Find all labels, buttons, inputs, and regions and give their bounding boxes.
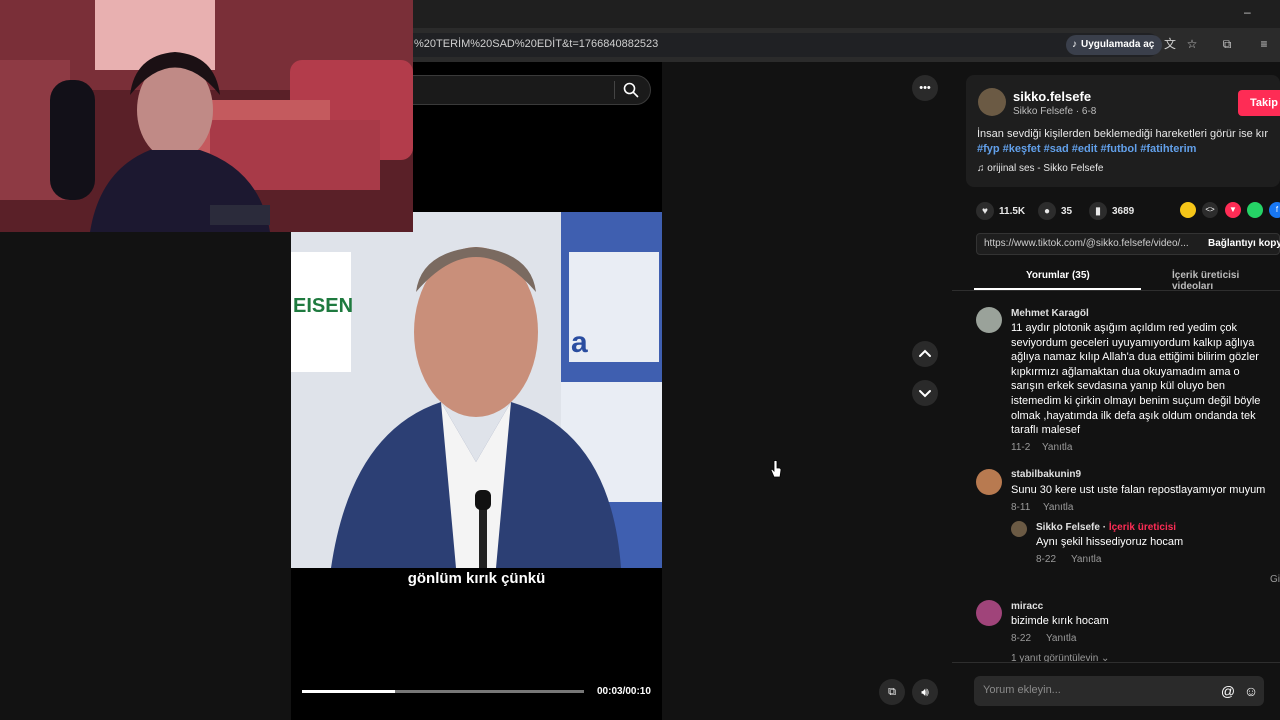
video-link[interactable]: https://www.tiktok.com/@sikko.felsefe/vi… (984, 238, 1189, 249)
svg-text:EISEN: EISEN (293, 295, 353, 317)
comment-date: 8-22 (1011, 633, 1032, 644)
creator-username[interactable]: sikko.felsefe (1013, 89, 1091, 104)
next-video-button[interactable] (912, 380, 938, 406)
more-replies-hint[interactable]: Gi (1270, 574, 1280, 585)
post-hashtags[interactable]: #fyp #keşfet #sad #edit #futbol #fatihte… (977, 143, 1196, 155)
search-divider (614, 81, 615, 99)
comment-date: 11-2 (1011, 442, 1031, 453)
video-caption: gönlüm kırık çünkü (407, 570, 546, 587)
comment-line: seviyordum geceleri uyuyamıyordum kalkıp… (1011, 336, 1255, 349)
music-label: orijinal ses - Sikko Felsefe (987, 163, 1104, 174)
comment-text: Sunu 30 kere ust uste falan repostlayamı… (1011, 484, 1266, 496)
comment-line: taraflı malesef (1011, 424, 1081, 437)
reply-date: 8-22 (1036, 554, 1057, 565)
comment-bubble-icon[interactable]: ● (1038, 202, 1056, 220)
emoji-icon[interactable]: ☺ (1243, 683, 1259, 699)
reply-author-line: Sikko Felsefe · İçerik üreticisi (1036, 522, 1177, 533)
mention-icon[interactable]: @ (1220, 683, 1236, 699)
comment-line: istemedim ki çirkin olmayı benim suçum d… (1011, 394, 1261, 407)
share-send-icon[interactable]: ▼ (1225, 202, 1241, 218)
video-time: 00:03/00:10 (597, 686, 651, 697)
picture-in-picture-button[interactable]: ⧉ (879, 679, 905, 705)
share-coin-icon[interactable] (1180, 202, 1196, 218)
comment-count: 35 (1061, 205, 1073, 217)
search-input[interactable] (380, 75, 651, 105)
comment-author[interactable]: stabilbakunin9 (1011, 469, 1081, 480)
reply-button[interactable]: Yanıtla (1046, 633, 1076, 644)
previous-video-button[interactable] (912, 341, 938, 367)
video-progress-bar[interactable] (302, 690, 584, 693)
comment-author[interactable]: Mehmet Karagöl (1011, 308, 1089, 319)
extensions-icon[interactable]: ⧉ (1219, 36, 1235, 52)
more-options-button[interactable]: ••• (912, 75, 938, 101)
comment-line: sarışın erkek sevdasına yanıp kül oluyo … (1011, 380, 1226, 393)
comment-line: 11 aydır plotonik aşığım açıldım red yed… (1011, 322, 1238, 334)
mouse-cursor-icon (770, 460, 782, 478)
reply-button[interactable]: Yanıtla (1071, 554, 1101, 565)
comment-placeholder: Yorum ekleyin... (983, 684, 1061, 696)
follow-button[interactable]: Takip (1238, 90, 1280, 116)
bookmark-icon[interactable]: ▮ (1089, 202, 1107, 220)
volume-button[interactable]: 🔊︎ (912, 679, 938, 705)
comment-line: olmak ,hayatımda ilk defa aşık oldum ond… (1011, 409, 1256, 422)
search-icon[interactable] (622, 81, 640, 99)
like-count: 11.5K (999, 205, 1026, 217)
copy-link-button[interactable]: Bağlantıyı kopy (1208, 238, 1280, 249)
music-note-icon: ♫ (977, 163, 988, 174)
creator-badge: İçerik üreticisi (1108, 522, 1177, 533)
creator-avatar[interactable] (978, 88, 1006, 116)
reply-text: Aynı şekil hissediyoruz hocam (1036, 536, 1184, 548)
tiktok-icon: ♪ (1072, 39, 1077, 50)
comment-avatar[interactable] (976, 600, 1002, 626)
svg-text:a: a (571, 326, 588, 359)
comment-text: 11 aydır plotonik aşığım açıldım red yed… (1011, 321, 1260, 438)
comment-input-divider (952, 662, 1280, 663)
tab-creator-videos[interactable]: İçerik üreticisi videoları (1172, 270, 1280, 292)
translate-icon[interactable]: 文 (1162, 36, 1178, 52)
tab-divider (952, 290, 1280, 291)
pip-icon: ⧉ (888, 686, 896, 698)
press-conference-image: EISEN a (291, 212, 662, 568)
comment-author[interactable]: miracc (1011, 601, 1043, 612)
creator-subname: Sikko Felsefe · 6-8 (1013, 106, 1097, 117)
speaker-icon: 🔊︎ (921, 685, 929, 699)
video-progress-fill (302, 690, 396, 693)
minimize-button[interactable]: – (1244, 6, 1256, 18)
like-stat[interactable]: ♥ 11.5K (976, 202, 1025, 220)
comment-line: kıpkırmızı ağlamaktan dua okuyamadım ama… (1011, 365, 1240, 378)
open-in-app-label: Uygulamada aç (1081, 39, 1155, 50)
post-description: İnsan sevdiği kişilerden beklemediği har… (977, 128, 1269, 140)
chevron-up-icon (919, 349, 931, 357)
tab-comments[interactable]: Yorumlar (35) (1026, 270, 1090, 281)
url-text[interactable]: %20TERİM%20SAD%20EDİT&t=1766840882523 (414, 38, 658, 50)
reply-avatar[interactable] (1011, 521, 1027, 537)
whatsapp-icon[interactable] (1247, 202, 1263, 218)
comment-line: ağlıya namaz kılıp Allah'a dua ettiğimi … (1011, 351, 1259, 364)
comment-avatar[interactable] (976, 469, 1002, 495)
chevron-down-icon (919, 390, 931, 398)
reply-button[interactable]: Yanıtla (1043, 502, 1073, 513)
reply-author[interactable]: Sikko Felsefe (1036, 522, 1100, 533)
comment-text: bizimde kırık hocam (1011, 615, 1109, 627)
comment-avatar[interactable] (976, 307, 1002, 333)
media-control-icon[interactable]: ≡ (1256, 36, 1272, 52)
save-stat[interactable]: ▮ 3689 (1089, 202, 1134, 220)
save-count: 3689 (1112, 205, 1135, 217)
comment-stat[interactable]: ● 35 (1038, 202, 1072, 220)
video-frame[interactable]: EISEN a (291, 212, 662, 568)
facebook-icon[interactable]: f (1269, 202, 1280, 218)
webcam-overlay (0, 0, 413, 232)
heart-icon[interactable]: ♥ (976, 202, 994, 220)
open-in-app-button[interactable]: ♪ Uygulamada aç (1066, 35, 1163, 55)
comment-date: 8-11 (1011, 502, 1031, 513)
reply-button[interactable]: Yanıtla (1042, 442, 1072, 453)
embed-code-icon[interactable]: <> (1202, 202, 1218, 218)
bookmark-star-icon[interactable]: ☆ (1184, 36, 1200, 52)
music-info[interactable]: ♫ orijinal ses - Sikko Felsefe (977, 163, 1103, 174)
